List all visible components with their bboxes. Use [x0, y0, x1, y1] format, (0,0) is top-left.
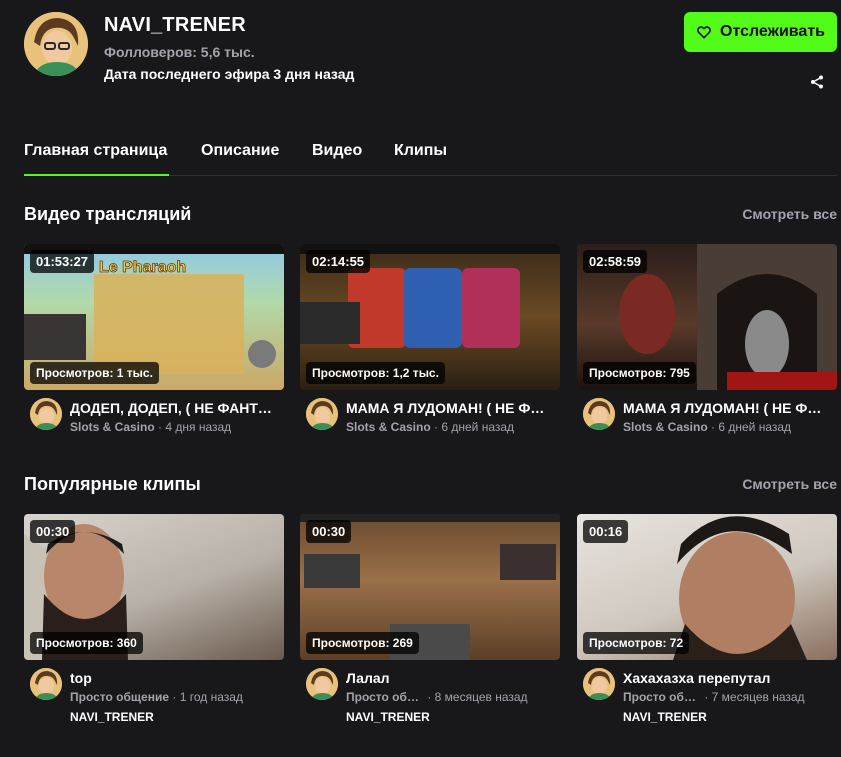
duration-badge: 02:58:59 — [583, 250, 648, 273]
clips-see-all-link[interactable]: Смотреть все — [742, 476, 837, 492]
views-badge: Просмотров: 795 — [583, 362, 696, 384]
category-link[interactable]: Просто общение — [70, 690, 169, 704]
clip-card[interactable]: 00:30 Просмотров: 360 top Просто общение… — [24, 514, 284, 728]
channel-tabs: Главная страница Описание Видео Клипы — [24, 140, 837, 176]
avatar[interactable] — [306, 668, 338, 700]
clip-title[interactable]: Лалал — [346, 670, 560, 686]
svg-text:Le Pharaoh: Le Pharaoh — [99, 259, 186, 276]
clips-section-title: Популярные клипы — [24, 474, 201, 494]
clip-thumbnail[interactable]: 00:30 Просмотров: 269 — [300, 514, 560, 660]
tab-home[interactable]: Главная страница — [24, 142, 167, 160]
video-thumbnail[interactable]: Le Pharaoh 01:53:27 Просмотров: 1 тыс. — [24, 244, 284, 390]
video-card[interactable]: 02:14:55 Просмотров: 1,2 тыс. МАМА Я ЛУД… — [300, 244, 560, 458]
active-tab-indicator — [24, 174, 169, 176]
avatar[interactable] — [30, 668, 62, 700]
avatar[interactable] — [583, 668, 615, 700]
clip-thumbnail[interactable]: 00:16 Просмотров: 72 — [577, 514, 837, 660]
channel-name: NAVI_TRENER — [104, 14, 246, 36]
tab-about[interactable]: Описание — [201, 142, 279, 160]
published-time: · 1 год назад — [169, 690, 243, 704]
views-badge: Просмотров: 1,2 тыс. — [306, 362, 445, 384]
clip-author[interactable]: NAVI_TRENER — [70, 710, 154, 724]
avatar-illustration — [24, 12, 88, 76]
category-link[interactable]: Slots & Casino — [346, 420, 431, 434]
views-badge: Просмотров: 72 — [583, 632, 690, 654]
tab-videos[interactable]: Видео — [312, 142, 362, 160]
views-badge: Просмотров: 360 — [30, 632, 143, 654]
video-card[interactable]: 02:58:59 Просмотров: 795 МАМА Я ЛУДОМАН!… — [577, 244, 837, 458]
duration-badge: 02:14:55 — [306, 250, 371, 273]
clip-card[interactable]: 00:16 Просмотров: 72 Хахахазха перепутал… — [577, 514, 837, 728]
duration-badge: 00:30 — [30, 520, 76, 543]
duration-badge: 01:53:27 — [30, 250, 95, 273]
avatar[interactable] — [583, 398, 615, 430]
videos-section-title: Видео трансляций — [24, 204, 192, 224]
avatar[interactable] — [306, 398, 338, 430]
follow-button[interactable]: Отслеживать — [684, 12, 837, 52]
followers-count: Фолловеров: 5,6 тыс. — [104, 44, 255, 60]
video-title[interactable]: МАМА Я ЛУДОМАН! ( НЕ Ф… — [623, 400, 837, 416]
video-title[interactable]: МАМА Я ЛУДОМАН! ( НЕ Ф… — [346, 400, 560, 416]
videos-see-all-link[interactable]: Смотреть все — [742, 206, 837, 222]
category-link[interactable]: Просто общение — [623, 690, 701, 704]
duration-badge: 00:16 — [583, 520, 629, 543]
video-thumbnail[interactable]: 02:58:59 Просмотров: 795 — [577, 244, 837, 390]
clip-title[interactable]: Хахахазха перепутал — [623, 670, 837, 686]
published-time: · 6 дней назад — [707, 420, 792, 434]
duration-badge: 00:30 — [306, 520, 352, 543]
views-badge: Просмотров: 1 тыс. — [30, 362, 159, 384]
views-badge: Просмотров: 269 — [306, 632, 419, 654]
category-link[interactable]: Просто общение — [346, 690, 424, 704]
published-time: · 7 месяцев назад — [701, 690, 805, 704]
clip-title[interactable]: top — [70, 670, 284, 686]
category-link[interactable]: Slots & Casino — [70, 420, 155, 434]
clip-card[interactable]: 00:30 Просмотров: 269 Лалал Просто общен… — [300, 514, 560, 728]
clip-thumbnail[interactable]: 00:30 Просмотров: 360 — [24, 514, 284, 660]
last-stream-info: Дата последнего эфира 3 дня назад — [104, 66, 355, 82]
share-icon[interactable] — [809, 74, 825, 90]
video-thumbnail[interactable]: 02:14:55 Просмотров: 1,2 тыс. — [300, 244, 560, 390]
published-time: · 4 дня назад — [154, 420, 232, 434]
video-card[interactable]: Le Pharaoh 01:53:27 Просмотров: 1 тыс. Д… — [24, 244, 284, 458]
channel-avatar[interactable] — [24, 12, 88, 76]
video-title[interactable]: ДОДЕП, ДОДЕП, ( НЕ ФАНТ… — [70, 400, 284, 416]
avatar[interactable] — [30, 398, 62, 430]
follow-label: Отслеживать — [720, 23, 825, 40]
published-time: · 8 месяцев назад — [424, 690, 528, 704]
published-time: · 6 дней назад — [430, 420, 515, 434]
clip-author[interactable]: NAVI_TRENER — [346, 710, 430, 724]
heart-icon — [697, 26, 711, 39]
tab-clips[interactable]: Клипы — [394, 142, 447, 160]
category-link[interactable]: Slots & Casino — [623, 420, 708, 434]
clip-author[interactable]: NAVI_TRENER — [623, 710, 707, 724]
